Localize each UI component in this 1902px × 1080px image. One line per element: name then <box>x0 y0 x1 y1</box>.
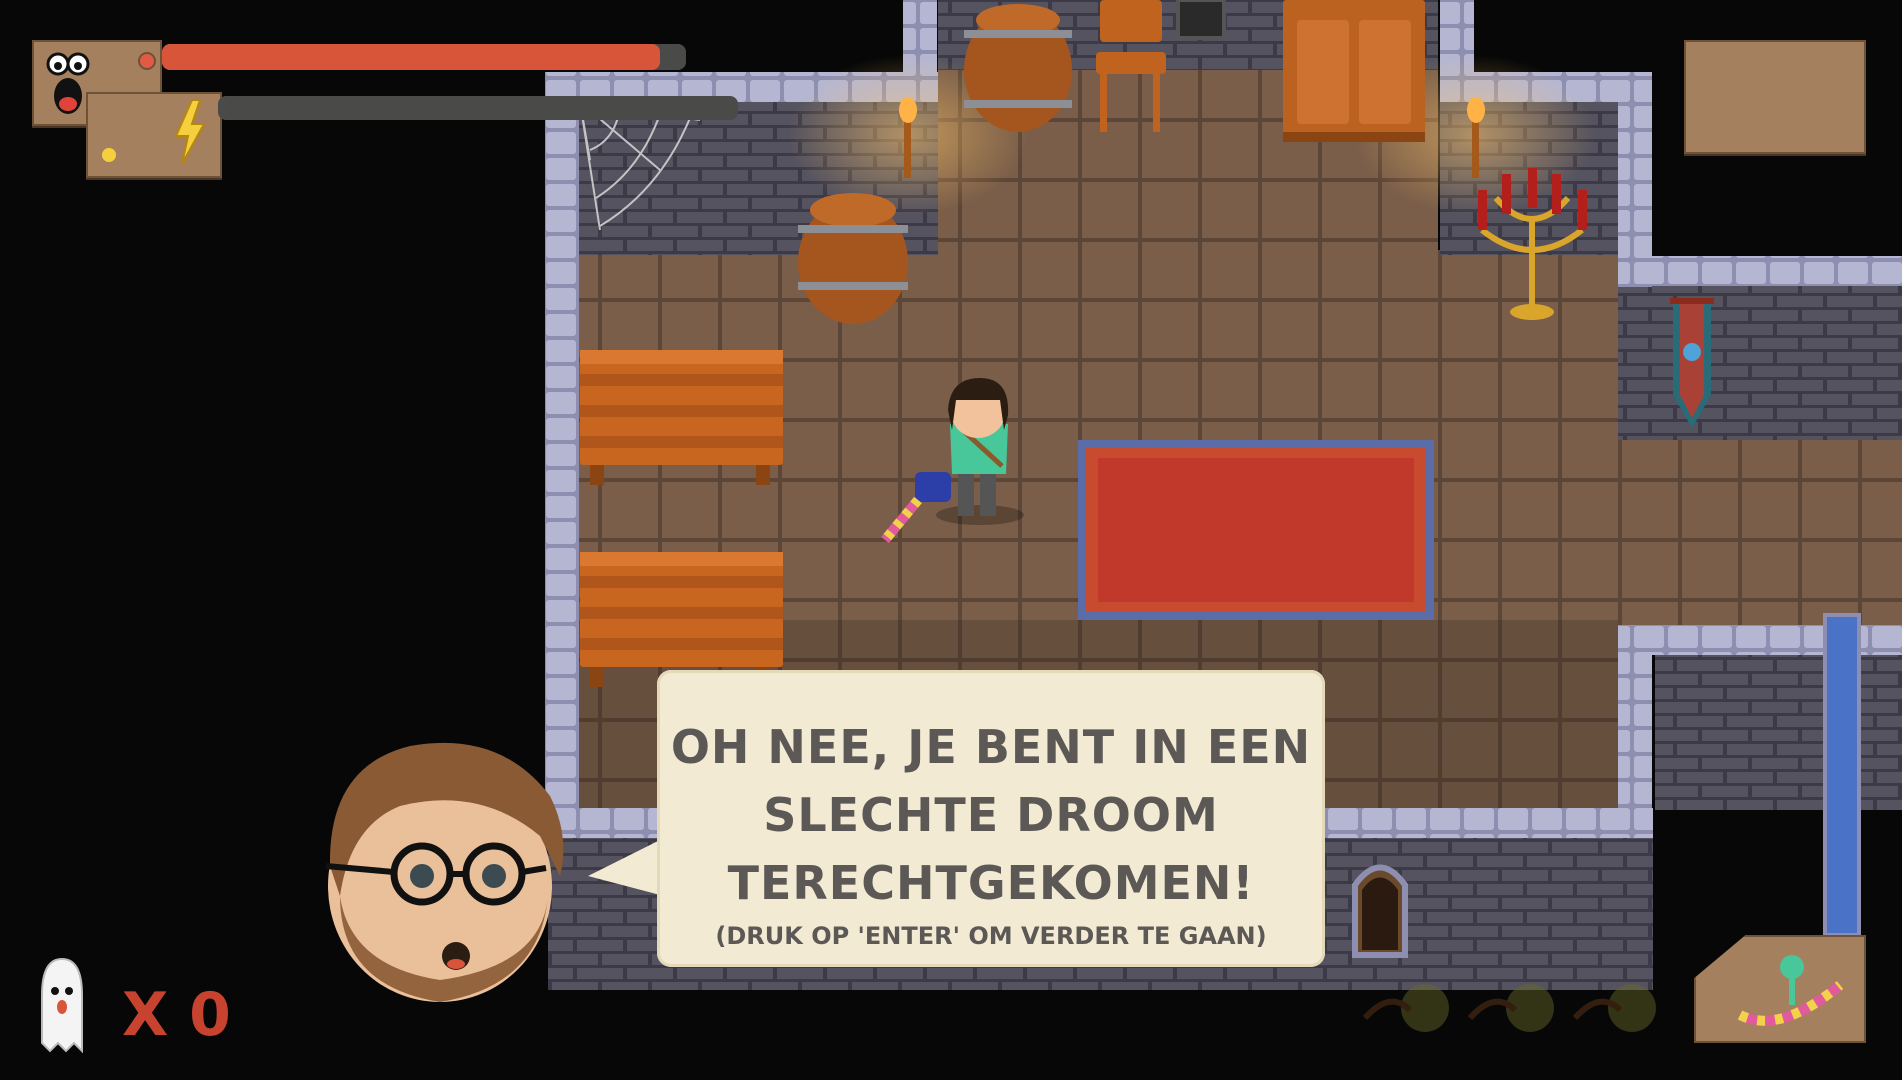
barrel-left <box>798 193 908 324</box>
floor-east-corridor <box>1618 440 1902 630</box>
energy-bar-track <box>218 96 738 120</box>
dialog-line-1: OH NEE, JE BENT IN EEN <box>670 720 1312 774</box>
speech-bubble-tail <box>588 838 664 896</box>
dialog-line-2: SLECHTE DROOM <box>763 788 1219 842</box>
ghost-icon <box>41 957 83 1054</box>
window-north <box>1176 0 1226 40</box>
wall-top-right-vertical <box>1618 72 1652 287</box>
wall-top-southeast-vertical <box>1618 625 1652 830</box>
health-bar-track <box>162 44 686 70</box>
ghost-counter-label: X 0 <box>122 980 231 1050</box>
wooden-bench-lower <box>580 552 783 687</box>
arched-window-south <box>1352 864 1408 958</box>
wall-top-left-vertical <box>545 72 579 832</box>
leaf-blower-icon <box>1737 955 1844 1026</box>
health-plate-rivet <box>138 52 156 70</box>
narrator-portrait <box>325 742 564 1002</box>
barrel-north <box>964 4 1072 132</box>
dialog-box[interactable]: OH NEE, JE BENT IN EEN SLECHTE DROOM TER… <box>657 670 1325 967</box>
brick-wall-east <box>1618 285 1902 440</box>
wooden-cabinet <box>1283 0 1425 142</box>
brick-wall-southeast <box>1655 655 1902 810</box>
red-rug <box>1078 440 1434 620</box>
energy-plate-rivet <box>102 148 116 162</box>
health-bar-fill <box>162 44 660 70</box>
lightning-icon <box>174 99 206 165</box>
item-slot-top-right <box>1684 40 1866 154</box>
witch-hat-footprints <box>1362 984 1656 1032</box>
dialog-line-3: TERECHTGEKOMEN! <box>727 856 1255 910</box>
wooden-bench-upper <box>580 350 783 485</box>
wall-top-east <box>1618 256 1902 286</box>
dialog-continue-hint: (DRUK OP 'ENTER' OM VERDER TE GAAN) <box>715 922 1267 950</box>
blue-pipe <box>1823 613 1861 937</box>
